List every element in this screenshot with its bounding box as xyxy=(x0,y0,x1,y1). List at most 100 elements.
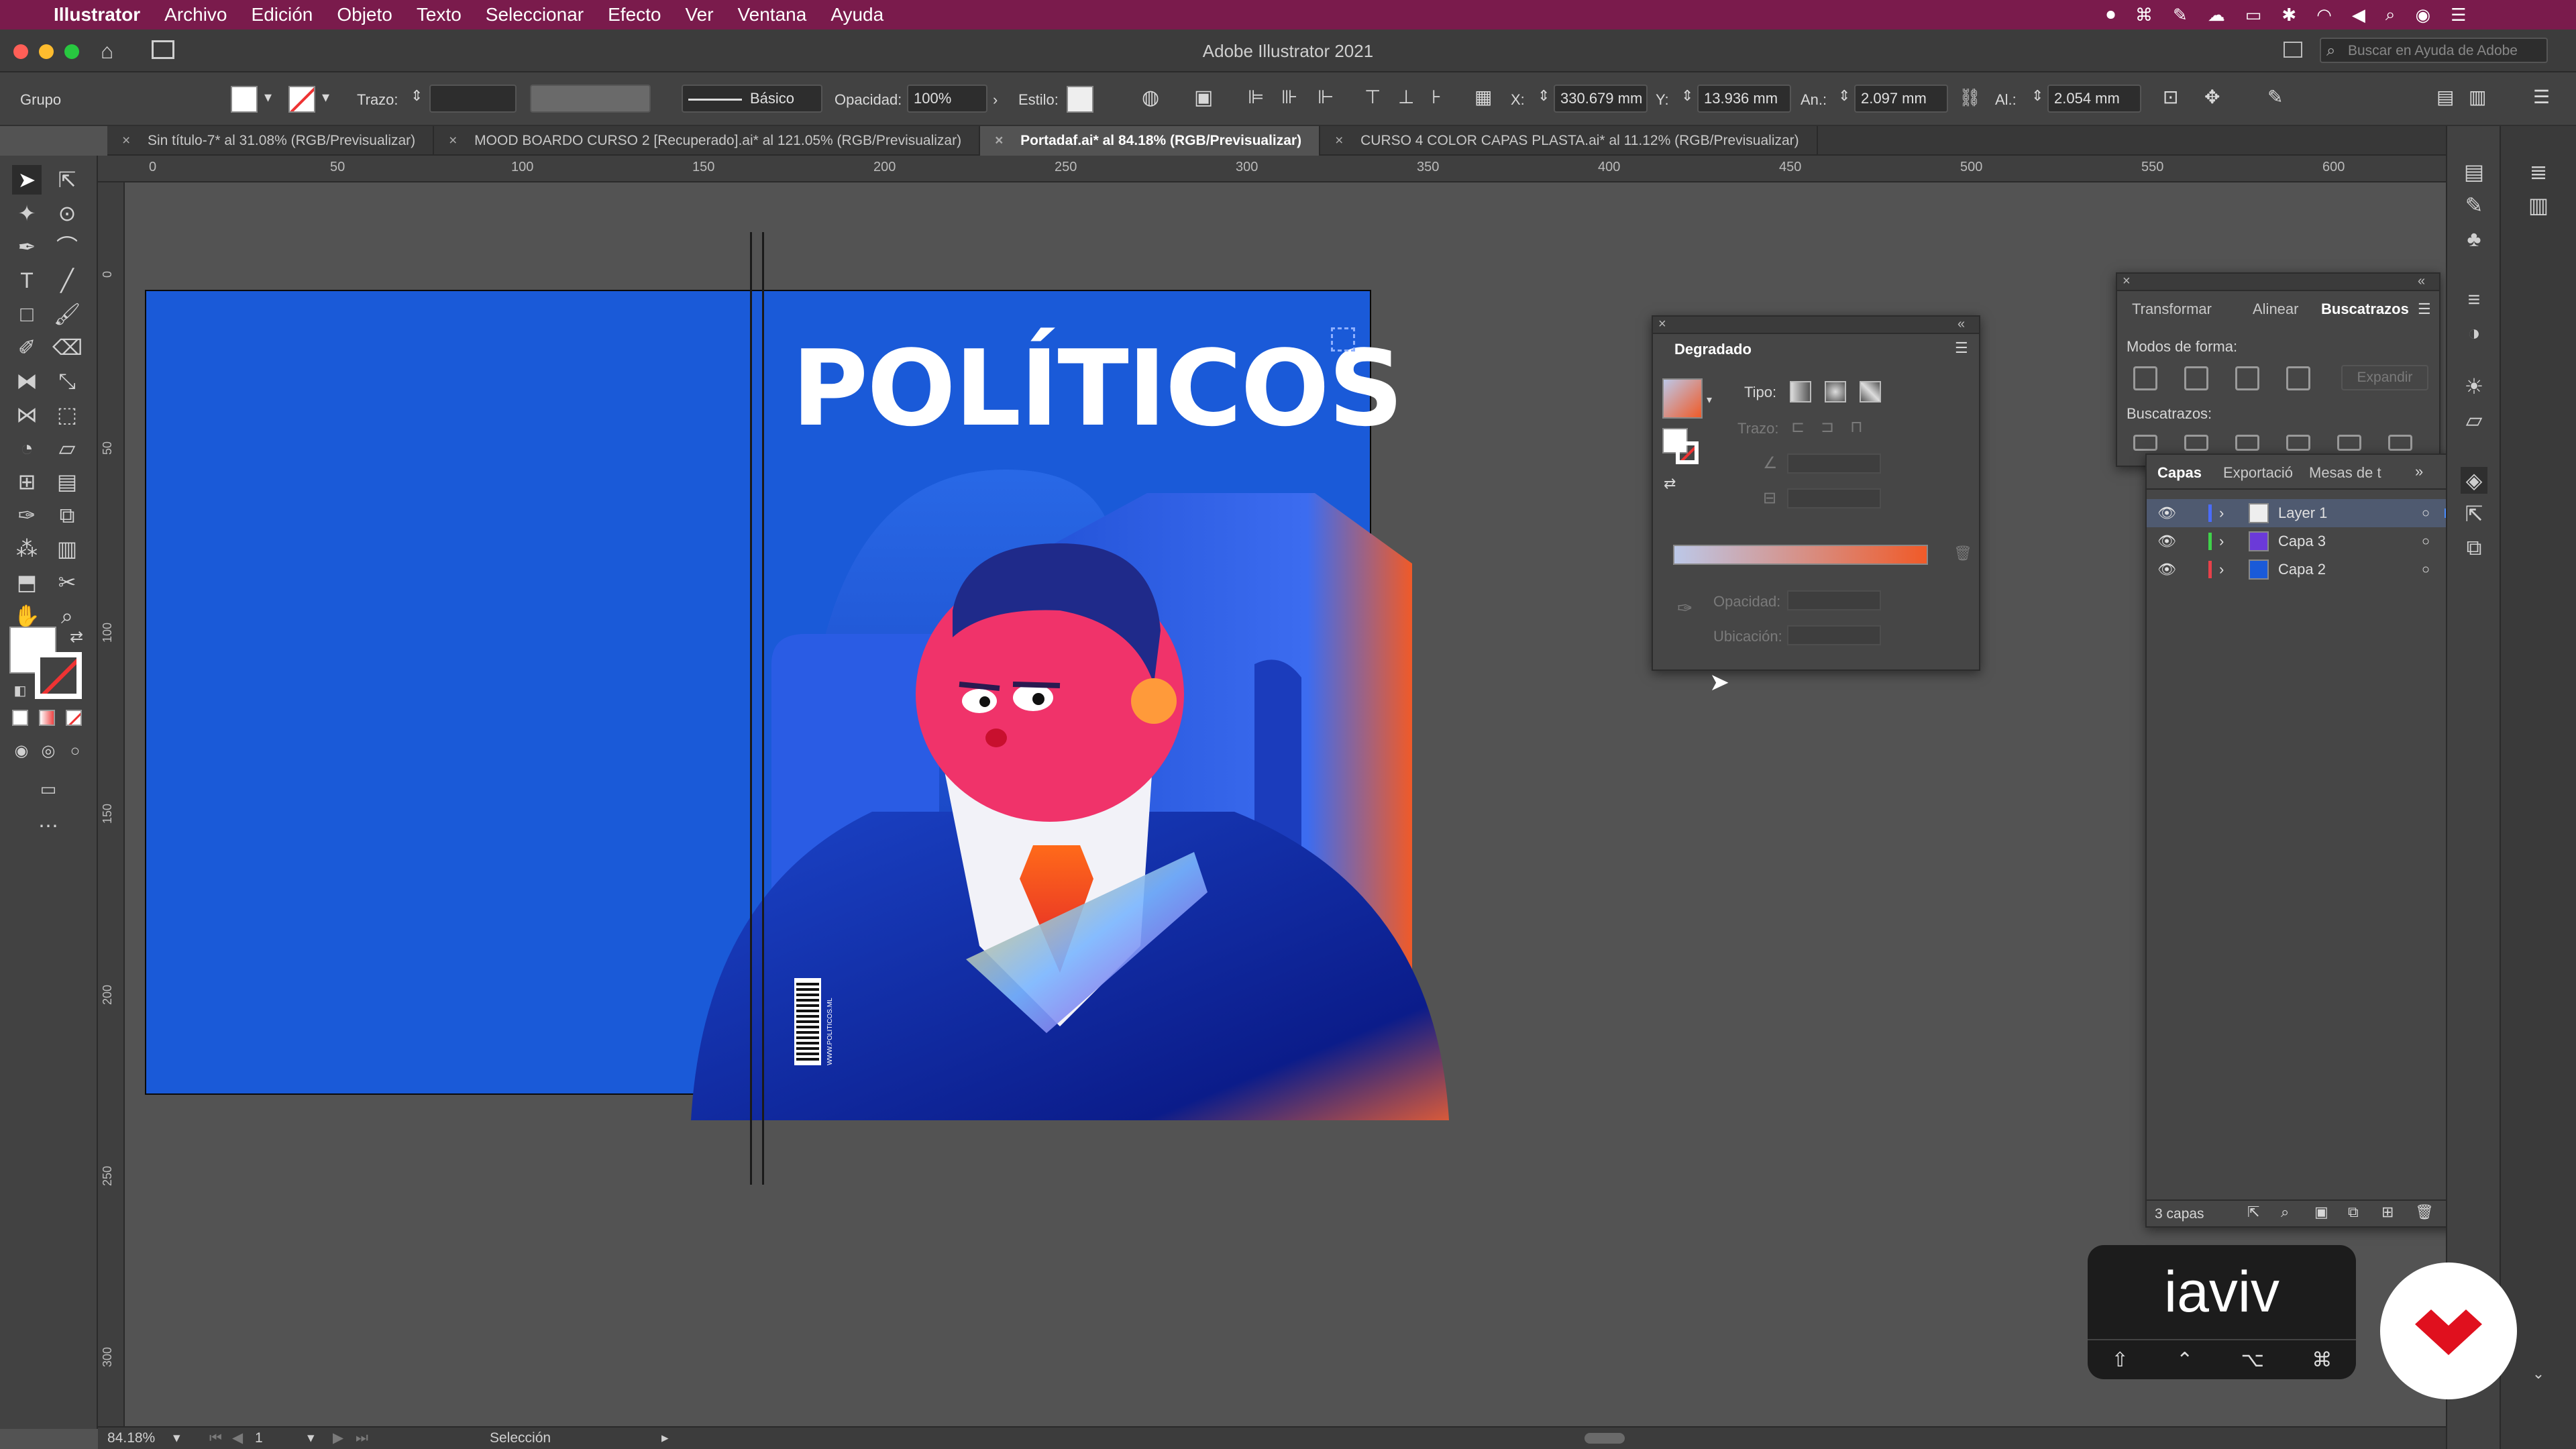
stroke-panel-icon[interactable]: ≡ xyxy=(2461,286,2487,313)
delete-icon[interactable]: 🗑 xyxy=(2415,1203,2434,1221)
tab-sin-titulo-7[interactable]: × Sin título-7* al 31.08% (RGB/Previsuali… xyxy=(107,126,435,156)
default-colors-icon[interactable]: ◧ xyxy=(5,676,35,706)
chevron-right-icon[interactable]: › xyxy=(2219,527,2224,555)
creative-cloud-icon[interactable]: ☁ xyxy=(2208,5,2225,25)
siri-icon[interactable]: ◉ xyxy=(2415,5,2430,25)
layer-name[interactable]: Capa 2 xyxy=(2278,555,2326,584)
display-icon[interactable]: ▭ xyxy=(2245,5,2262,25)
reflect-tool-icon[interactable]: ⧓ xyxy=(12,366,42,396)
export-icon[interactable]: ⇱ xyxy=(2247,1203,2259,1221)
more-tabs-icon[interactable]: » xyxy=(2415,463,2423,480)
graphic-styles-icon[interactable]: ▱ xyxy=(2461,407,2487,433)
align-bottom-icon[interactable]: ⊦ xyxy=(1432,86,1442,108)
control-center-icon[interactable]: ☰ xyxy=(2451,5,2466,25)
unite-icon[interactable] xyxy=(2133,366,2157,390)
libraries-icon[interactable]: ▤ xyxy=(2461,158,2487,185)
puppet-warp-icon[interactable]: ✥ xyxy=(2204,86,2220,108)
menu-efecto[interactable]: Efecto xyxy=(608,4,661,25)
minus-back-icon[interactable] xyxy=(2388,435,2412,451)
chevron-down-icon[interactable]: ▾ xyxy=(173,1428,180,1449)
eyedropper-tool-icon[interactable]: ✑ xyxy=(12,500,42,530)
menu-texto[interactable]: Texto xyxy=(417,4,462,25)
zoom-level[interactable]: 84.18% xyxy=(107,1428,155,1449)
align-middle-icon[interactable]: ⊥ xyxy=(1398,86,1414,108)
height-field[interactable]: 2.054 mm xyxy=(2047,85,2141,113)
screen-mode-icon[interactable]: ▭ xyxy=(34,774,63,804)
align-center-icon[interactable]: ⊪ xyxy=(1281,86,1297,108)
layer-row-layer-1[interactable]: 👁 › Layer 1 ○ xyxy=(2147,499,2466,527)
layer-name[interactable]: Layer 1 xyxy=(2278,499,2327,527)
tab-portadaf[interactable]: × Portadaf.ai* al 84.18% (RGB/Previsualiz… xyxy=(980,126,1321,156)
menu-ventana[interactable]: Ventana xyxy=(738,4,807,25)
horizontal-scrollbar[interactable] xyxy=(1585,1433,1625,1444)
stepper-icon[interactable]: ⇕ xyxy=(1538,87,1550,105)
rectangle-tool-icon[interactable]: □ xyxy=(12,299,42,329)
tab-exportacion[interactable]: Exportació xyxy=(2223,464,2293,482)
y-field[interactable]: 13.936 mm xyxy=(1697,85,1791,113)
properties-icon[interactable]: ≣ xyxy=(2525,158,2552,185)
menu-ver[interactable]: Ver xyxy=(686,4,714,25)
menu-ayuda[interactable]: Ayuda xyxy=(830,4,883,25)
close-icon[interactable]: × xyxy=(1335,126,1343,156)
outline-icon[interactable] xyxy=(2337,435,2361,451)
layer-row-capa-2[interactable]: 👁 › Capa 2 ○ xyxy=(2147,555,2466,584)
search-icon[interactable]: ⌕ xyxy=(2385,4,2396,25)
eye-icon[interactable]: 👁 xyxy=(2157,555,2176,584)
record-icon[interactable]: ⏺ xyxy=(2106,4,2115,25)
minus-front-icon[interactable] xyxy=(2184,366,2208,390)
opacity-field[interactable]: 100% xyxy=(907,85,987,113)
artboard-tool-icon[interactable]: ⬒ xyxy=(12,568,42,597)
search-icon[interactable]: ⌕ xyxy=(2281,1203,2289,1221)
panel-icon[interactable]: ▥ xyxy=(2469,86,2486,108)
align-top-icon[interactable]: ⊤ xyxy=(1364,86,1381,108)
magic-wand-tool-icon[interactable]: ✦ xyxy=(12,199,42,228)
align-right-icon[interactable]: ⊩ xyxy=(1318,86,1334,108)
gradient-mode-icon[interactable] xyxy=(39,710,55,726)
width-tool-icon[interactable]: ⋈ xyxy=(12,400,42,429)
type-tool-icon[interactable]: T xyxy=(12,266,42,295)
trim-icon[interactable] xyxy=(2184,435,2208,451)
curvature-tool-icon[interactable]: ⌒ xyxy=(52,232,82,262)
stroke-swatch[interactable] xyxy=(1676,441,1699,464)
tab-alinear[interactable]: Alinear xyxy=(2253,301,2298,318)
free-transform-tool-icon[interactable]: ⬚ xyxy=(52,400,82,429)
mesh-tool-icon[interactable]: ⊞ xyxy=(12,467,42,496)
gradient-slider[interactable] xyxy=(1673,545,1928,565)
draw-normal-icon[interactable]: ◉ xyxy=(7,737,36,766)
chevron-right-icon[interactable]: › xyxy=(2219,555,2224,584)
slice-tool-icon[interactable]: ✂ xyxy=(52,568,82,597)
collapse-icon[interactable]: « xyxy=(2418,274,2425,289)
menu-icon[interactable]: ☰ xyxy=(1955,339,1968,357)
link-proportions-icon[interactable]: ⛓ xyxy=(1959,87,1981,108)
cc-libraries-icon[interactable]: ▥ xyxy=(2525,192,2552,219)
new-layer-icon[interactable]: ⊞ xyxy=(2381,1203,2394,1221)
draw-behind-icon[interactable]: ◎ xyxy=(34,737,63,766)
scroll-down-icon[interactable]: ⌄ xyxy=(2525,1360,2552,1387)
blend-tool-icon[interactable]: ⧉ xyxy=(52,500,82,530)
line-tool-icon[interactable]: ╱ xyxy=(52,266,82,295)
close-icon[interactable]: × xyxy=(449,126,457,156)
graphic-style-swatch[interactable] xyxy=(1067,86,1093,113)
shape-builder-tool-icon[interactable]: ◔ xyxy=(12,433,42,463)
gradient-tool-icon[interactable]: ▤ xyxy=(52,467,82,496)
menu-app[interactable]: Illustrator xyxy=(54,4,140,25)
stepper-icon[interactable]: ⇕ xyxy=(411,87,423,105)
last-artboard-icon[interactable]: ⏭ xyxy=(356,1428,368,1449)
align-to-icon[interactable]: ▣ xyxy=(1194,86,1213,109)
menu-objeto[interactable]: Objeto xyxy=(337,4,392,25)
first-artboard-icon[interactable]: ⏮ xyxy=(209,1428,222,1449)
close-icon[interactable]: × xyxy=(995,126,1003,156)
tab-mood-board[interactable]: × MOOD BOARDO CURSO 2 [Recuperado].ai* al… xyxy=(434,126,981,156)
chevron-right-icon[interactable]: › xyxy=(993,91,998,109)
stroke-color-box[interactable] xyxy=(35,652,82,699)
menu-edicion[interactable]: Edición xyxy=(252,4,313,25)
tab-curso-4[interactable]: × CURSO 4 COLOR CAPAS PLASTA.ai* al 11.12… xyxy=(1320,126,1818,156)
column-graph-tool-icon[interactable]: ▥ xyxy=(52,534,82,564)
perspective-grid-tool-icon[interactable]: ▱ xyxy=(52,433,82,463)
gradient-preview-swatch[interactable] xyxy=(1662,378,1703,419)
help-search-field[interactable]: ⌕ Buscar en Ayuda de Adobe xyxy=(2320,38,2548,63)
reverse-gradient-icon[interactable]: ⇄ xyxy=(1664,475,1676,492)
stepper-icon[interactable]: ⇕ xyxy=(1838,87,1850,105)
crop-icon[interactable] xyxy=(2286,435,2310,451)
edit-toolbar-icon[interactable]: ✎ xyxy=(2267,86,2283,108)
